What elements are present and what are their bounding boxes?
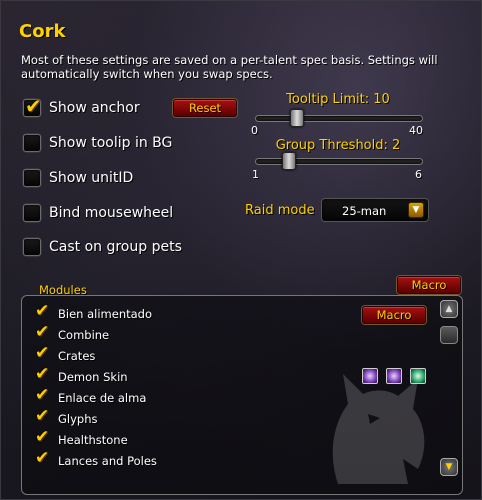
group-threshold-track[interactable] [255,158,423,165]
show-anchor-label: Show anchor [49,100,140,116]
scrollbar-thumb[interactable] [440,326,458,344]
tooltip-limit-thumb[interactable] [290,109,304,127]
purple-buff-icon[interactable] [362,368,378,384]
module-label: Demon Skin [58,370,128,384]
bind-mousewheel-checkbox[interactable] [23,204,41,222]
module-label: Enlace de alma [58,391,147,405]
module-row[interactable]: ✔ Bien alimentado [34,301,152,322]
module-row[interactable]: ✔ Lances and Poles [34,448,157,469]
module-checkbox[interactable]: ✔ [34,406,50,427]
options-panel: Cork Most of these settings are saved on… [0,0,482,500]
module-checkbox[interactable]: ✔ [34,448,50,469]
checkmark-icon: ✔ [35,448,50,468]
reset-button[interactable]: Reset [173,99,237,117]
modules-list[interactable]: ✔ Bien alimentado ✔ Combine ✔ Crates ✔ D… [21,295,463,495]
checkmark-icon: ✔ [35,301,50,321]
tooltip-limit-max: 40 [409,124,423,137]
raid-mode-value: 25-man [342,204,387,218]
show-tooltip-bg-label: Show toolip in BG [49,135,173,151]
scroll-up-icon[interactable]: ▲ [440,300,458,318]
module-checkbox[interactable]: ✔ [34,385,50,406]
tooltip-limit-label: Tooltip Limit: 10 [286,92,390,107]
group-threshold-min: 1 [252,168,259,181]
module-label: Bien alimentado [58,307,152,321]
show-tooltip-bg-row[interactable]: Show toolip in BG [23,134,172,152]
checkmark-icon: ✔ [35,385,50,405]
bind-mousewheel-row[interactable]: Bind mousewheel [23,204,173,222]
purple-buff-icon[interactable] [386,368,402,384]
module-label: Crates [58,349,96,363]
raid-mode-dropdown[interactable]: 25-man ▼ [321,198,429,222]
module-row[interactable]: ✔ Combine [34,322,110,343]
module-checkbox[interactable]: ✔ [34,343,50,364]
green-buff-icon[interactable] [410,368,426,384]
cast-on-pets-row[interactable]: Cast on group pets [23,238,182,256]
module-checkbox[interactable]: ✔ [34,427,50,448]
bind-mousewheel-label: Bind mousewheel [49,205,174,221]
checkmark-icon: ✔ [35,343,50,363]
module-macro-button[interactable]: Macro [362,306,426,324]
show-unitid-row[interactable]: Show unitID [23,169,133,187]
checkmark-icon: ✔ [35,322,50,342]
show-anchor-row[interactable]: ✔ Show anchor [23,94,140,118]
module-label: Combine [58,328,110,342]
scroll-down-icon[interactable]: ▼ [440,458,458,476]
checkmark-icon: ✔ [25,94,42,118]
cast-on-pets-checkbox[interactable] [23,238,41,256]
module-row[interactable]: ✔ Demon Skin [34,364,128,385]
tooltip-limit-track[interactable] [255,115,423,122]
tooltip-limit-min: 0 [251,124,258,137]
checkmark-icon: ✔ [35,364,50,384]
show-unitid-label: Show unitID [49,170,134,186]
settings-description: Most of these settings are saved on a pe… [21,53,438,81]
show-unitid-checkbox[interactable] [23,169,41,187]
module-checkbox[interactable]: ✔ [34,301,50,322]
cast-on-pets-label: Cast on group pets [49,239,182,255]
module-label: Glyphs [58,412,98,426]
raid-mode-label: Raid mode [245,203,315,218]
module-row[interactable]: ✔ Glyphs [34,406,98,427]
dropdown-arrow-icon[interactable]: ▼ [408,202,424,218]
module-checkbox[interactable]: ✔ [34,322,50,343]
module-row[interactable]: ✔ Enlace de alma [34,385,147,406]
show-tooltip-bg-checkbox[interactable] [23,134,41,152]
group-threshold-max: 6 [415,168,422,181]
module-label: Lances and Poles [58,454,157,468]
checkmark-icon: ✔ [35,406,50,426]
module-row[interactable]: ✔ Healthstone [34,427,128,448]
module-checkbox[interactable]: ✔ [34,364,50,385]
module-row[interactable]: ✔ Crates [34,343,96,364]
macro-button[interactable]: Macro [397,276,461,294]
show-anchor-checkbox[interactable]: ✔ [23,94,42,118]
group-threshold-label: Group Threshold: 2 [275,138,401,153]
panel-title: Cork [19,21,66,42]
checkmark-icon: ✔ [35,427,50,447]
group-threshold-thumb[interactable] [281,152,296,170]
module-label: Healthstone [58,433,128,447]
